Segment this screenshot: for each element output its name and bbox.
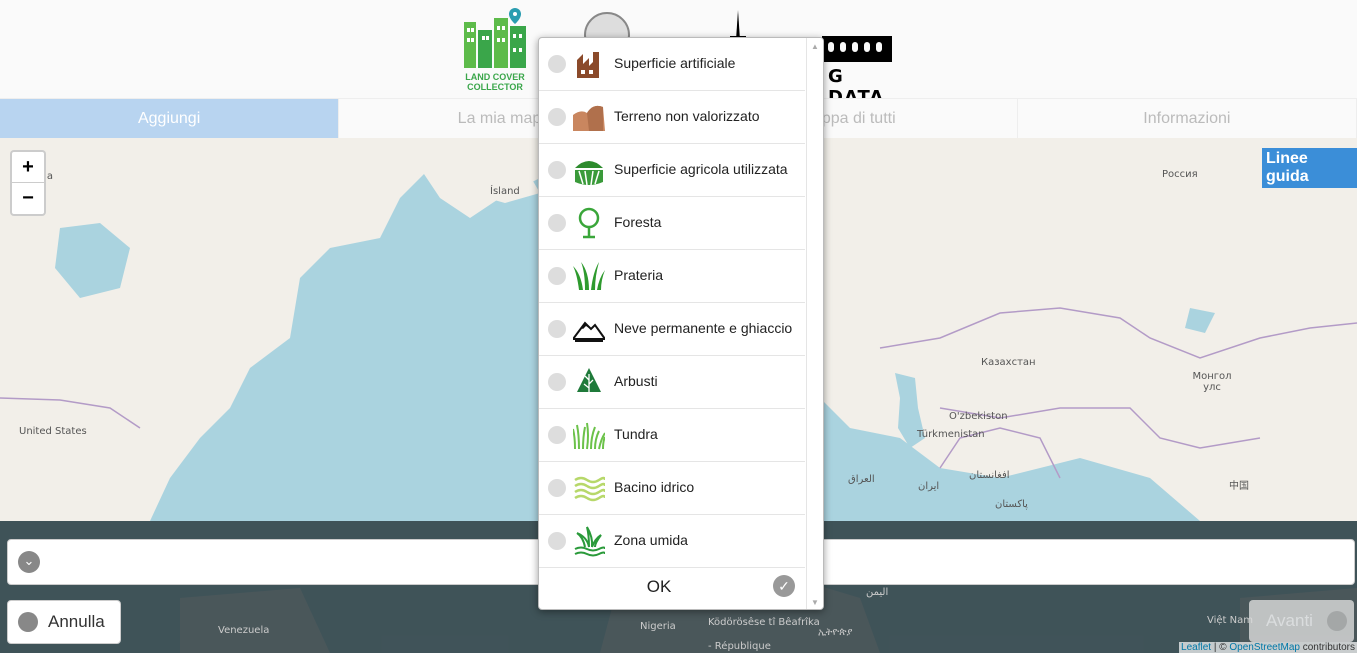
leaflet-link[interactable]: Leaflet (1181, 642, 1211, 653)
map-label: پاکستان (995, 499, 1028, 510)
option-zona-umida[interactable]: Zona umida (539, 515, 805, 568)
map-label: Việt Nam (1207, 615, 1254, 626)
option-label: Arbusti (614, 373, 658, 389)
radio-button[interactable] (548, 214, 566, 232)
option-superficie-agricola[interactable]: Superficie agricola utilizzata (539, 144, 805, 197)
radio-button[interactable] (548, 373, 566, 391)
tab-aggiungi[interactable]: Aggiungi (0, 99, 340, 139)
option-neve-ghiaccio[interactable]: Neve permanente e ghiaccio (539, 303, 805, 356)
map-label: Venezuela (218, 625, 270, 636)
option-label: Prateria (614, 267, 664, 283)
radio-button[interactable] (548, 532, 566, 550)
next-label: Avanti (1266, 611, 1313, 630)
zoom-out-button[interactable]: − (12, 182, 44, 213)
map-label: Türkmenistan (917, 429, 985, 440)
radio-button[interactable] (548, 108, 566, 126)
map-label: O'zbekiston (949, 411, 1008, 422)
osm-link[interactable]: OpenStreetMap (1229, 642, 1300, 653)
attribution-tail: contributors (1299, 642, 1355, 653)
option-label: Tundra (614, 426, 658, 442)
map-label: Ísland (490, 186, 520, 197)
scroll-down-icon[interactable]: ▼ (811, 598, 819, 607)
option-label: Superficie artificiale (614, 55, 736, 71)
option-bacino-idrico[interactable]: Bacino idrico (539, 462, 805, 515)
option-foresta[interactable]: Foresta (539, 197, 805, 250)
map-attribution: Leaflet | © OpenStreetMap contributors (1179, 642, 1357, 653)
grass-icon (573, 260, 605, 292)
map-label: افغانستان (969, 470, 1010, 481)
tab-informazioni[interactable]: Informazioni (1018, 99, 1357, 139)
map-label: Казахстан (981, 357, 1036, 368)
home-icon (18, 612, 38, 632)
farmland-icon (573, 154, 605, 186)
option-label: Terreno non valorizzato (614, 108, 760, 124)
option-tundra[interactable]: Tundra (539, 409, 805, 462)
map-label: Россия (1162, 169, 1198, 180)
bare-ground-icon (573, 101, 605, 133)
map-label: United States (19, 426, 87, 437)
wetland-icon (573, 525, 606, 557)
next-button[interactable]: Avanti (1249, 600, 1354, 642)
option-label: Neve permanente e ghiaccio (614, 320, 793, 336)
option-superficie-artificiale[interactable]: Superficie artificiale (539, 38, 805, 91)
land-cover-collector-logo: LAND COVER COLLECTOR (460, 8, 530, 92)
radio-button[interactable] (548, 55, 566, 73)
tree-icon (573, 207, 605, 239)
guidelines-button[interactable]: Linee guida (1262, 148, 1357, 188)
option-label: Foresta (614, 214, 662, 230)
water-icon (573, 472, 607, 504)
ok-button[interactable]: OK ✓ (539, 565, 805, 609)
map-label: Nigeria (640, 621, 676, 632)
building-icon (573, 48, 605, 80)
option-label: Zona umida (614, 532, 688, 548)
tundra-icon (572, 419, 606, 451)
zoom-in-button[interactable]: + (12, 152, 44, 182)
chevron-down-icon: ⌄ (18, 551, 40, 573)
ok-label: OK (646, 577, 672, 596)
map-label: ኢትዮጵያ (818, 627, 853, 638)
map-label: اليمن (866, 587, 889, 598)
land-cover-popup: Superficie artificiale Terreno non valor… (538, 37, 824, 610)
cancel-button[interactable]: Annulla (7, 600, 121, 644)
radio-button[interactable] (548, 161, 566, 179)
option-terreno-non-valorizzato[interactable]: Terreno non valorizzato (539, 91, 805, 144)
attribution-separator: | © (1211, 642, 1230, 653)
snow-mountain-icon (571, 313, 607, 345)
radio-button[interactable] (548, 320, 566, 338)
option-prateria[interactable]: Prateria (539, 250, 805, 303)
radio-button[interactable] (548, 267, 566, 285)
option-arbusti[interactable]: Arbusti (539, 356, 805, 409)
shrub-icon (573, 366, 605, 398)
scroll-up-icon[interactable]: ▲ (811, 42, 819, 51)
logo-lcc-text: LAND COVER COLLECTOR (465, 72, 525, 92)
map-label: 中国 (1229, 481, 1249, 492)
map-label: Ködörösêse tî Bêafrîka (708, 617, 820, 628)
option-label: Bacino idrico (614, 479, 695, 495)
zoom-control: + − (10, 150, 46, 216)
option-label: Superficie agricola utilizzata (614, 161, 788, 177)
radio-button[interactable] (548, 479, 566, 497)
map-label: العراق (848, 474, 875, 485)
arrow-right-icon (1327, 611, 1347, 631)
cancel-label: Annulla (48, 612, 105, 631)
map-label: ایران (918, 481, 940, 492)
radio-button[interactable] (548, 426, 566, 444)
map-label: Монгол улс (1192, 371, 1232, 393)
checkmark-icon: ✓ (773, 575, 795, 597)
popup-scrollbar[interactable]: ▲ ▼ (806, 38, 823, 609)
map-label: - République (708, 641, 771, 652)
